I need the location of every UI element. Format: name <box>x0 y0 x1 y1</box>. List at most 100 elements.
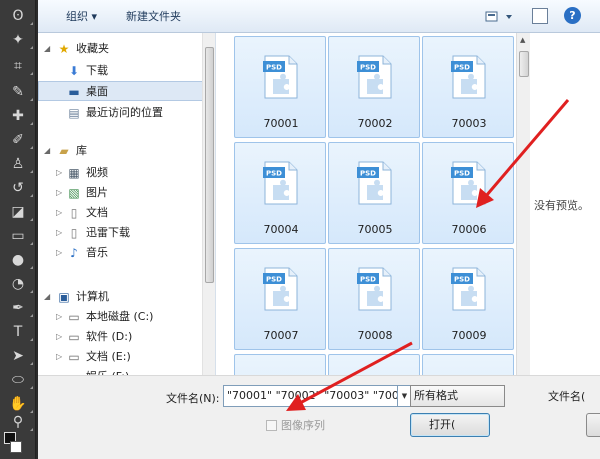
preview-pane: 没有预览。 <box>530 33 600 375</box>
help-icon[interactable]: ? <box>564 7 581 24</box>
type-tool-icon[interactable]: T <box>6 322 33 342</box>
healing-brush-tool-icon[interactable]: ✚ <box>6 106 33 126</box>
lasso-tool-icon[interactable]: ʘ <box>6 6 33 26</box>
file-tile[interactable]: PSD 70005 <box>328 142 420 244</box>
file-format-select[interactable]: 所有格式 <box>410 385 505 407</box>
file-tile[interactable]: PSD 70003 <box>422 36 514 138</box>
video-icon: ▦ <box>68 166 80 180</box>
dodge-tool-icon[interactable]: ◔ <box>6 274 33 294</box>
expand-icon[interactable]: ▷ <box>56 183 62 203</box>
change-view-button[interactable] <box>484 9 518 25</box>
file-grid-scrollbar[interactable]: ▲ <box>516 33 530 375</box>
stamp-tool-icon[interactable]: ♙ <box>6 154 33 174</box>
shape-tool-icon[interactable]: ⬭ <box>6 370 33 390</box>
psd-badge-text: PSD <box>454 170 470 178</box>
open-button[interactable]: 打开( <box>410 413 490 437</box>
organize-button[interactable]: 组织 ▾ <box>66 8 97 26</box>
nav-recent-places[interactable]: ▤ 最近访问的位置 <box>38 103 204 123</box>
psd-badge-text: PSD <box>454 276 470 284</box>
nav-software-d[interactable]: ▷ ▭ 软件 (D:) <box>38 327 204 347</box>
nav-label: 计算机 <box>76 290 109 303</box>
psd-badge-text: PSD <box>266 170 282 178</box>
nav-thunder-downloads[interactable]: ▷ ▯ 迅雷下载 <box>38 223 204 243</box>
nav-label: 本地磁盘 (C:) <box>86 310 154 323</box>
nav-documents[interactable]: ▷ ▯ 文档 <box>38 203 204 223</box>
expand-icon[interactable]: ▷ <box>56 203 62 223</box>
filename-input[interactable]: "70001" "70002" "70003" "7000 <box>223 385 398 407</box>
image-sequence-checkbox[interactable] <box>266 420 277 431</box>
expand-icon[interactable]: ▷ <box>56 243 62 263</box>
file-tile[interactable]: PSD 70004 <box>234 142 326 244</box>
file-name: 70006 <box>451 223 487 236</box>
hand-tool-icon[interactable]: ✋ <box>6 394 33 414</box>
nav-desktop[interactable]: ▬ 桌面 <box>38 81 204 101</box>
gradient-tool-icon[interactable]: ▭ <box>6 226 33 246</box>
zoom-tool-icon[interactable]: ⚲ <box>6 412 33 432</box>
drive-icon: ▭ <box>68 310 80 324</box>
file-tile[interactable]: PSD 70006 <box>422 142 514 244</box>
file-tile[interactable]: PSD 70007 <box>234 248 326 350</box>
no-preview-text: 没有预览。 <box>534 199 589 212</box>
collapse-icon[interactable]: ◢ <box>44 39 50 59</box>
file-tile-partial[interactable] <box>328 354 420 375</box>
nav-drive-partial[interactable]: 娱乐 (F:) <box>38 367 204 375</box>
quick-select-tool-icon[interactable]: ✦ <box>6 30 33 50</box>
eyedropper-tool-icon[interactable]: ✎ <box>6 82 33 102</box>
path-select-tool-icon[interactable]: ➤ <box>6 346 33 366</box>
screen: ʘ ✦ ⌗ ✎ ✚ ✐ ♙ ↺ ◪ ▭ ● ◔ ✒ T ➤ ⬭ ✋ ⚲ 组织 ▾… <box>0 0 600 459</box>
scroll-up-icon[interactable]: ▲ <box>520 36 525 44</box>
nav-documents-e[interactable]: ▷ ▭ 文档 (E:) <box>38 347 204 367</box>
expand-icon[interactable]: ▷ <box>56 307 62 327</box>
expand-icon[interactable]: ▷ <box>56 163 62 183</box>
crop-tool-icon[interactable]: ⌗ <box>6 56 33 76</box>
file-tile-partial[interactable] <box>422 354 514 375</box>
filename-label-right: 文件名( <box>548 390 586 403</box>
nav-pictures[interactable]: ▷ ▧ 图片 <box>38 183 204 203</box>
eraser-tool-icon[interactable]: ◪ <box>6 202 33 222</box>
nav-libraries[interactable]: ◢ ▰ 库 <box>38 141 204 161</box>
nav-computer[interactable]: ◢ ▣ 计算机 <box>38 287 204 307</box>
file-tile[interactable]: PSD 70008 <box>328 248 420 350</box>
expand-icon[interactable]: ▷ <box>56 347 62 367</box>
computer-icon: ▣ <box>58 290 70 304</box>
star-icon: ★ <box>58 42 70 56</box>
nav-videos[interactable]: ▷ ▦ 视频 <box>38 163 204 183</box>
view-icon <box>485 11 512 22</box>
nav-scrollbar-thumb[interactable] <box>205 47 214 283</box>
history-brush-tool-icon[interactable]: ↺ <box>6 178 33 198</box>
file-tile[interactable]: PSD 70009 <box>422 248 514 350</box>
nav-favorites[interactable]: ◢ ★ 收藏夹 <box>38 39 204 59</box>
collapse-icon[interactable]: ◢ <box>44 287 50 307</box>
blur-tool-icon[interactable]: ● <box>6 250 33 270</box>
nav-label: 音乐 <box>86 246 108 259</box>
psd-badge-text: PSD <box>360 276 376 284</box>
nav-downloads[interactable]: ⬇ 下载 <box>38 61 204 81</box>
pen-tool-icon[interactable]: ✒ <box>6 298 33 318</box>
image-sequence-label: 图像序列 <box>281 419 325 432</box>
psd-file-icon: PSD <box>451 161 486 205</box>
file-name: 70004 <box>263 223 299 236</box>
new-folder-button[interactable]: 新建文件夹 <box>126 8 181 26</box>
expand-icon[interactable]: ▷ <box>56 327 62 347</box>
psd-badge-text: PSD <box>360 170 376 178</box>
desktop-icon: ▬ <box>68 85 80 99</box>
psd-badge-text: PSD <box>360 64 376 72</box>
drive-icon: ▭ <box>68 330 80 344</box>
nav-scrollbar[interactable] <box>202 33 215 375</box>
collapse-icon[interactable]: ◢ <box>44 141 50 161</box>
nav-music[interactable]: ▷ ♪ 音乐 <box>38 243 204 263</box>
file-tile[interactable]: PSD 70002 <box>328 36 420 138</box>
brush-tool-icon[interactable]: ✐ <box>6 130 33 150</box>
expand-icon[interactable]: ▷ <box>56 223 62 243</box>
file-tile-partial[interactable] <box>234 354 326 375</box>
file-tile[interactable]: PSD 70001 <box>234 36 326 138</box>
file-grid-scrollbar-thumb[interactable] <box>519 51 529 77</box>
music-icon: ♪ <box>70 246 78 260</box>
file-name: 70002 <box>357 117 393 130</box>
nav-label: 迅雷下载 <box>86 226 130 239</box>
nav-local-disk-c[interactable]: ▷ ▭ 本地磁盘 (C:) <box>38 307 204 327</box>
cancel-button[interactable] <box>586 413 600 437</box>
navigation-pane: ◢ ★ 收藏夹 ⬇ 下载 ▬ 桌面 ▤ 最近访问的位置 ◢ ▰ 库 ▷ ▦ 视频… <box>38 33 216 375</box>
background-color-swatch[interactable] <box>10 441 22 453</box>
preview-pane-icon[interactable] <box>532 8 548 24</box>
